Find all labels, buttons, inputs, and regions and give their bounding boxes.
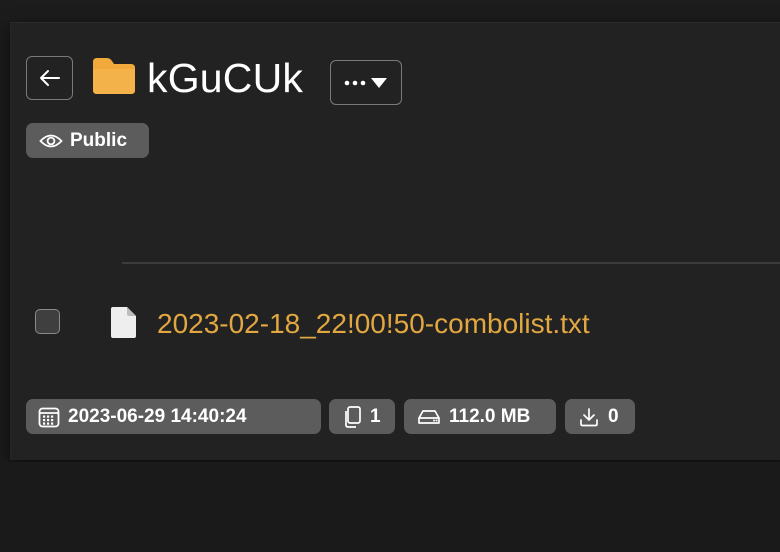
visibility-badge: Public (26, 123, 149, 158)
file-name-link[interactable]: 2023-02-18_22!00!50-combolist.txt (157, 305, 590, 343)
folder-title: kGuCUk (147, 55, 304, 101)
size-text: 112.0 MB (449, 405, 531, 427)
file-checkbox[interactable] (35, 309, 60, 334)
divider (122, 262, 780, 264)
files-icon (345, 405, 361, 428)
eye-icon (39, 134, 63, 147)
downloads-badge: 0 (565, 399, 635, 434)
file-count-badge: 1 (329, 399, 395, 434)
top-shade (0, 0, 780, 22)
back-button[interactable] (26, 56, 73, 100)
bottom-area (0, 462, 780, 552)
downloads-text: 0 (608, 405, 619, 427)
more-options-button[interactable] (330, 60, 402, 105)
arrow-left-icon (39, 70, 60, 86)
page: kGuCUk Public 2023-02-18_22!00!50-combol… (0, 0, 780, 552)
file-count-text: 1 (370, 405, 381, 427)
calendar-icon (38, 407, 60, 427)
folder-icon (93, 58, 135, 94)
download-icon (580, 407, 598, 426)
file-icon (111, 307, 136, 338)
visibility-label: Public (70, 129, 128, 151)
date-text: 2023-06-29 14:40:24 (68, 405, 247, 427)
date-badge: 2023-06-29 14:40:24 (26, 399, 321, 434)
ellipsis-icon (344, 80, 366, 85)
size-badge: 112.0 MB (404, 399, 556, 434)
caret-down-icon (371, 77, 387, 88)
hard-drive-icon (418, 409, 440, 424)
